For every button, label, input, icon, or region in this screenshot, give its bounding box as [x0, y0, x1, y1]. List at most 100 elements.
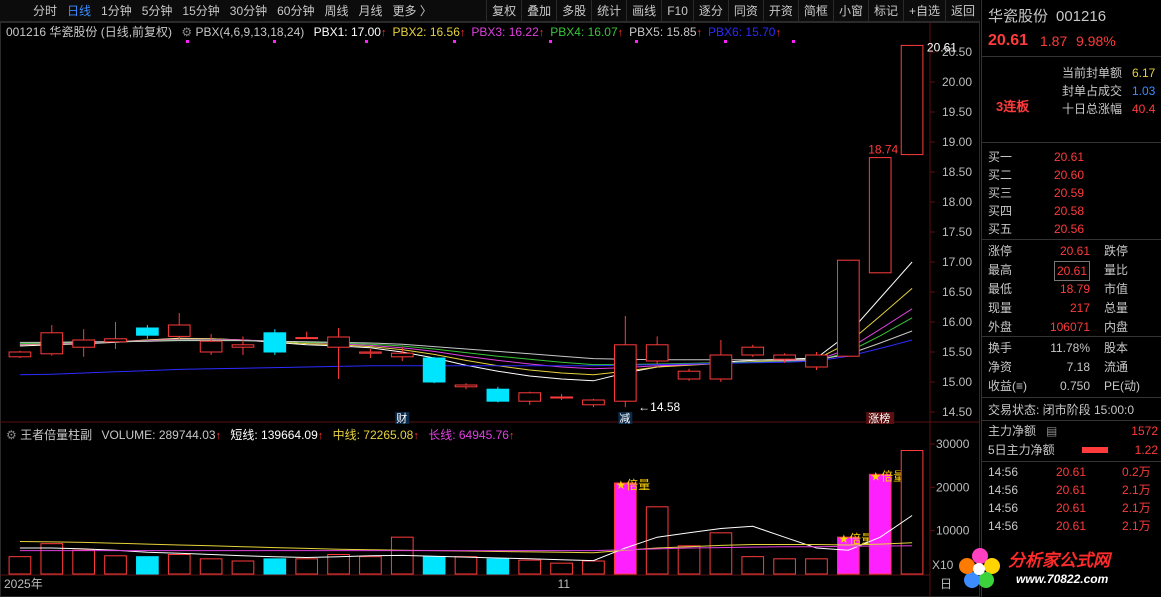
toolbar-button[interactable]: 开资: [762, 0, 798, 22]
tick-row: 14:56 20.61 2.1万: [982, 499, 1161, 517]
volume-bar[interactable]: [645, 506, 669, 575]
candle-body[interactable]: [454, 384, 478, 388]
candle-body[interactable]: [677, 370, 701, 380]
candle-body[interactable]: [837, 259, 860, 357]
bid-row[interactable]: 买五 20.56: [982, 220, 1161, 238]
chart-area[interactable]: 20.50 20.00 19.50 19.00 18.50 18.00 17.50 17.00…: [0, 22, 980, 597]
stat-label-2: 股本: [1104, 341, 1129, 355]
volume-bar[interactable]: [773, 558, 796, 575]
doc-icon[interactable]: ▤: [1046, 422, 1057, 440]
toolbar-button[interactable]: 逐分: [692, 0, 728, 22]
candle-body[interactable]: [645, 344, 669, 362]
settings-icon[interactable]: ⚙: [181, 25, 192, 39]
kline-chart[interactable]: 20.5020.0019.5019.0018.5018.0017.5017.00…: [0, 22, 980, 597]
volume-bar[interactable]: [136, 556, 159, 575]
quote-label-2: 内盘: [1104, 320, 1129, 334]
period-tab[interactable]: 15分钟: [177, 0, 224, 22]
candle-body[interactable]: [422, 357, 446, 383]
volume-bar[interactable]: [327, 554, 350, 575]
candle-body[interactable]: [263, 332, 287, 353]
candle-body[interactable]: [390, 352, 414, 358]
settings-icon[interactable]: ⚙: [6, 428, 17, 442]
bid-row[interactable]: 买二 20.60: [982, 166, 1161, 184]
stat-value: 0.750: [1059, 379, 1090, 393]
quote-label: 现量: [988, 301, 1013, 315]
bid-row[interactable]: 买四 20.58: [982, 202, 1161, 220]
toolbar-button[interactable]: 多股: [556, 0, 591, 22]
volume-bar[interactable]: [199, 558, 223, 575]
toolbar-button[interactable]: 标记: [867, 0, 903, 22]
toolbar-button[interactable]: 简框: [797, 0, 833, 22]
period-tab[interactable]: 30分钟: [225, 0, 272, 22]
candle-body[interactable]: [104, 338, 127, 343]
volume-bar[interactable]: [677, 545, 701, 575]
candle-body[interactable]: [8, 351, 32, 358]
candle-body[interactable]: [359, 351, 382, 354]
candle-body[interactable]: [582, 399, 605, 406]
toolbar-button[interactable]: F10: [661, 0, 693, 22]
volume-bar[interactable]: [613, 482, 637, 575]
bid-row[interactable]: 买三 20.59: [982, 184, 1161, 202]
price-change: 1.87: [1040, 33, 1068, 49]
toolbar-button[interactable]: 复权: [486, 0, 521, 22]
volume-bar[interactable]: [167, 554, 191, 575]
candle-body[interactable]: [518, 392, 542, 402]
toolbar-button[interactable]: 返回: [944, 0, 980, 22]
volume-bar[interactable]: [454, 556, 478, 575]
candle-body[interactable]: [741, 346, 765, 356]
volume-bar[interactable]: [295, 558, 319, 575]
candle-body[interactable]: [167, 324, 191, 337]
candle-body[interactable]: [486, 388, 510, 402]
volume-bar[interactable]: [231, 560, 255, 575]
candle-body[interactable]: [550, 396, 573, 399]
toolbar-button[interactable]: 小窗: [832, 0, 868, 22]
period-tab[interactable]: 日线: [62, 0, 96, 22]
volume-bar[interactable]: [422, 556, 446, 575]
volume-bar[interactable]: [550, 562, 573, 575]
candle-body[interactable]: [40, 332, 64, 355]
event-marker[interactable]: 减: [619, 412, 630, 425]
toolbar-button[interactable]: +自选: [902, 0, 945, 22]
event-marker[interactable]: 财: [396, 411, 407, 425]
volume-bar[interactable]: [104, 555, 127, 575]
candle-body[interactable]: [709, 354, 733, 380]
period-tab[interactable]: 1分钟: [96, 0, 137, 22]
toolbar-button[interactable]: 同资: [727, 0, 763, 22]
candle-body[interactable]: [868, 157, 892, 274]
volume-bar[interactable]: [709, 532, 733, 575]
volume-bar[interactable]: [518, 559, 542, 575]
volume-bar[interactable]: [582, 560, 605, 575]
event-marker[interactable]: 涨榜: [868, 411, 890, 425]
period-tab[interactable]: 月线: [354, 0, 388, 22]
toolbar-button[interactable]: 统计: [591, 0, 626, 22]
candle-body[interactable]: [199, 340, 223, 353]
candle-body[interactable]: [72, 339, 95, 348]
volume-bar[interactable]: [805, 558, 828, 575]
period-tab[interactable]: 分时: [28, 0, 62, 22]
candle-body[interactable]: [613, 344, 637, 402]
volume-bar[interactable]: [263, 558, 287, 575]
volume-bar[interactable]: [8, 556, 32, 575]
volume-bar[interactable]: [72, 549, 95, 575]
period-tab[interactable]: 更多 〉: [388, 0, 437, 22]
candle-body[interactable]: [136, 327, 159, 336]
quote-row: 最低 18.79 市值: [982, 280, 1161, 298]
period-tab[interactable]: 60分钟: [272, 0, 319, 22]
period-tab[interactable]: 周线: [319, 0, 353, 22]
quote-value: 217: [1069, 301, 1090, 315]
candle-body[interactable]: [900, 44, 924, 156]
candle-body[interactable]: [327, 336, 350, 348]
candle-body[interactable]: [231, 344, 255, 348]
volume-bar[interactable]: [359, 556, 382, 575]
toolbar-button[interactable]: 叠加: [521, 0, 556, 22]
volume-bar[interactable]: [486, 558, 510, 575]
volume-bar[interactable]: [741, 556, 765, 575]
candle-body[interactable]: [805, 354, 828, 368]
bid-row[interactable]: 买一 20.61: [982, 148, 1161, 166]
period-tab[interactable]: 5分钟: [137, 0, 178, 22]
candle-body[interactable]: [295, 337, 319, 340]
toolbar-button[interactable]: 画线: [626, 0, 661, 22]
candle-body[interactable]: [773, 354, 796, 360]
volume-bar[interactable]: [868, 473, 892, 575]
volume-bar[interactable]: [900, 450, 924, 575]
